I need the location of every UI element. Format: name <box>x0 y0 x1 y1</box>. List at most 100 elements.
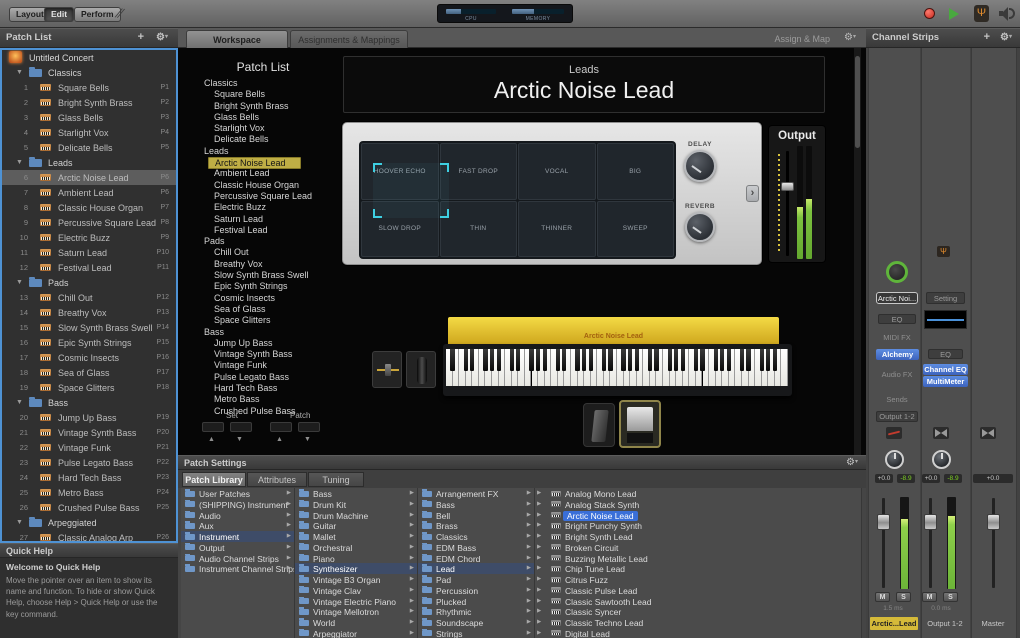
strip1-alchemy-plugin[interactable]: Alchemy <box>876 349 919 360</box>
play-button[interactable] <box>949 8 959 20</box>
ws-item-cosmic-insects[interactable]: Cosmic Insects <box>192 293 344 304</box>
piano-black-key[interactable] <box>746 349 750 371</box>
patch-row-metro-bass[interactable]: 25Metro BassP24 <box>2 485 176 500</box>
add-channel-strip-button[interactable]: + <box>984 31 990 43</box>
library-item-brass[interactable]: Brass▶ <box>418 520 534 531</box>
ws-item-pulse-legato-bass[interactable]: Pulse Legato Bass <box>192 372 344 383</box>
tab-patch-library[interactable]: Patch Library <box>182 472 246 487</box>
ws-item-delicate-bells[interactable]: Delicate Bells <box>192 134 344 145</box>
strip2-channel-eq-plugin[interactable]: Channel EQ <box>923 364 968 375</box>
piano-black-key[interactable] <box>536 349 540 371</box>
disclosure-open-icon[interactable]: ▼ <box>16 279 23 286</box>
strip2-fader[interactable] <box>924 514 937 530</box>
library-item-vintage-clav[interactable]: Vintage Clav▶ <box>295 585 417 596</box>
library-item-chip-tune-lead[interactable]: ▶Chip Tune Lead <box>535 563 861 574</box>
library-item-classic-sawtooth-lead[interactable]: ▶Classic Sawtooth Lead <box>535 596 861 607</box>
ws-item-arctic-noise-lead[interactable]: Arctic Noise Lead <box>192 157 344 168</box>
strip2-pan-knob[interactable] <box>932 450 951 469</box>
piano-black-key[interactable] <box>516 349 520 371</box>
tab-workspace[interactable]: Workspace <box>186 30 288 48</box>
library-item-audio[interactable]: Audio▶ <box>181 510 294 521</box>
piano-black-key[interactable] <box>740 349 744 371</box>
strip3-volume-value[interactable]: +0.0 <box>973 474 1013 483</box>
ws-item-bright-synth-brass[interactable]: Bright Synth Brass <box>192 101 344 112</box>
pad-fast-drop[interactable]: FAST DROP <box>440 143 518 200</box>
patch-row-epic-synth-strings[interactable]: 16Epic Synth StringsP15 <box>2 335 176 350</box>
tab-assignments-mappings[interactable]: Assignments & Mappings <box>290 30 408 48</box>
tab-attributes[interactable]: Attributes <box>247 472 307 487</box>
library-item-bell[interactable]: Bell▶ <box>418 510 534 521</box>
library-item-vintage-b3-organ[interactable]: Vintage B3 Organ▶ <box>295 574 417 585</box>
assign-map-button[interactable]: Assign & Map <box>774 34 830 44</box>
piano-black-key[interactable] <box>608 349 612 371</box>
workspace-scrollbar[interactable] <box>854 48 861 455</box>
library-item-guitar[interactable]: Guitar▶ <box>295 520 417 531</box>
strip2-eq-display[interactable] <box>924 310 967 329</box>
ws-item-square-bells[interactable]: Square Bells <box>192 89 344 100</box>
patch-row-saturn-lead[interactable]: 11Saturn LeadP10 <box>2 245 176 260</box>
strip3-fader[interactable] <box>987 514 1000 530</box>
patch-list-action-menu[interactable]: ⚙▾ <box>156 31 168 44</box>
library-item-citrus-fuzz[interactable]: ▶Citrus Fuzz <box>535 574 861 585</box>
piano-black-key[interactable] <box>510 349 514 371</box>
ws-item-saturn-lead[interactable]: Saturn Lead <box>192 214 344 225</box>
strip3-name[interactable]: Master <box>970 617 1016 630</box>
strip1-mute-button[interactable]: M <box>875 592 890 602</box>
pad-thin[interactable]: THIN <box>440 201 518 258</box>
patch-level-knob[interactable] <box>886 261 908 283</box>
piano-black-key[interactable] <box>589 349 593 371</box>
patch-row-festival-lead[interactable]: 12Festival LeadP11 <box>2 260 176 275</box>
piano-black-key[interactable] <box>602 349 606 371</box>
library-item-broken-circuit[interactable]: ▶Broken Circuit <box>535 542 861 553</box>
perform-mode-button[interactable]: Perform <box>74 7 121 22</box>
record-button[interactable] <box>924 8 935 19</box>
patch-row-percussive-square-lead[interactable]: 9Percussive Square LeadP8 <box>2 215 176 230</box>
piano-black-key[interactable] <box>470 349 474 371</box>
piano-black-key[interactable] <box>654 349 658 371</box>
strip2-volume-value[interactable]: -8.9 <box>944 474 962 483</box>
ws-item-electric-buzz[interactable]: Electric Buzz <box>192 202 344 213</box>
patch-row-arctic-noise-lead[interactable]: 6Arctic Noise LeadP6 <box>2 170 176 185</box>
piano-black-key[interactable] <box>575 349 579 371</box>
library-item-pad[interactable]: Pad▶ <box>418 574 534 585</box>
library-item-rhythmic[interactable]: Rhythmic▶ <box>418 606 534 617</box>
ws-item-starlight-vox[interactable]: Starlight Vox <box>192 123 344 134</box>
library-item-classic-syncer[interactable]: ▶Classic Syncer <box>535 606 861 617</box>
patch-settings-action-menu[interactable]: ⚙▾ <box>846 457 858 468</box>
chevron-right-icon[interactable]: › <box>746 185 759 202</box>
disclosure-open-icon[interactable]: ▼ <box>16 519 23 526</box>
piano-black-key[interactable] <box>529 349 533 371</box>
patch-row-space-glitters[interactable]: 19Space GlittersP18 <box>2 380 176 395</box>
edit-mode-button[interactable]: Edit <box>44 7 74 22</box>
strip2-multimeter-plugin[interactable]: MultiMeter <box>923 376 968 387</box>
piano-black-key[interactable] <box>621 349 625 371</box>
piano-black-key[interactable] <box>720 349 724 371</box>
ws-item-vintage-funk[interactable]: Vintage Funk <box>192 360 344 371</box>
strip1-output-slot[interactable]: Output 1-2 <box>876 411 918 422</box>
piano-black-key[interactable] <box>635 349 639 371</box>
piano-black-key[interactable] <box>760 349 764 371</box>
strip1-pan-value[interactable]: +0.0 <box>875 474 893 483</box>
library-item-lead[interactable]: Lead▶ <box>418 563 534 574</box>
patch-row-starlight-vox[interactable]: 4Starlight VoxP4 <box>2 125 176 140</box>
ws-item-jump-up-bass[interactable]: Jump Up Bass <box>192 338 344 349</box>
library-item-arrangement-fx[interactable]: Arrangement FX▶ <box>418 488 534 499</box>
library-item-arpeggiator[interactable]: Arpeggiator▶ <box>295 628 417 638</box>
ws-item-vintage-synth-bass[interactable]: Vintage Synth Bass <box>192 349 344 360</box>
piano-black-key[interactable] <box>464 349 468 371</box>
strip1-setting-box[interactable]: Arctic Noi... <box>876 292 918 304</box>
strip1-eq-slot[interactable]: EQ <box>878 314 916 324</box>
piano-black-key[interactable] <box>543 349 547 371</box>
library-item-instrument[interactable]: Instrument▶ <box>181 531 294 542</box>
pad-vocal[interactable]: VOCAL <box>518 143 596 200</box>
library-item-world[interactable]: World▶ <box>295 617 417 628</box>
library-item-bass[interactable]: Bass▶ <box>418 499 534 510</box>
disclosure-open-icon[interactable]: ▼ <box>16 159 23 166</box>
piano-black-key[interactable] <box>450 349 454 371</box>
piano-black-key[interactable] <box>773 349 777 371</box>
strip2-mute-button[interactable]: M <box>922 592 937 602</box>
library-item-aux[interactable]: Aux▶ <box>181 520 294 531</box>
mod-wheel-control[interactable] <box>406 351 436 388</box>
library-item-piano[interactable]: Piano▶ <box>295 553 417 564</box>
library-item-drum-kit[interactable]: Drum Kit▶ <box>295 499 417 510</box>
